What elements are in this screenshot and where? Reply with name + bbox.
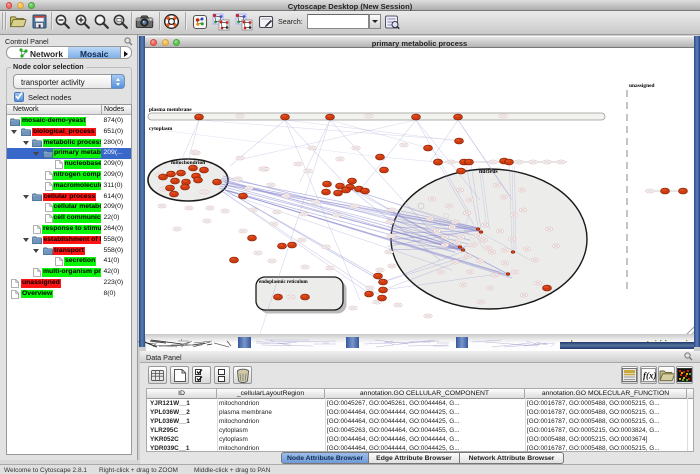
svg-text:mitochondrion: mitochondrion <box>171 160 205 166</box>
svg-text:cytoplasm: cytoplasm <box>149 126 173 132</box>
svg-text:nucleus: nucleus <box>479 169 498 175</box>
svg-text:endoplasmic reticulum: endoplasmic reticulum <box>259 280 308 285</box>
svg-text:plasma membrane: plasma membrane <box>149 107 192 113</box>
svg-text:unassigned: unassigned <box>629 83 654 89</box>
svg-text:f(x): f(x) <box>643 371 656 381</box>
